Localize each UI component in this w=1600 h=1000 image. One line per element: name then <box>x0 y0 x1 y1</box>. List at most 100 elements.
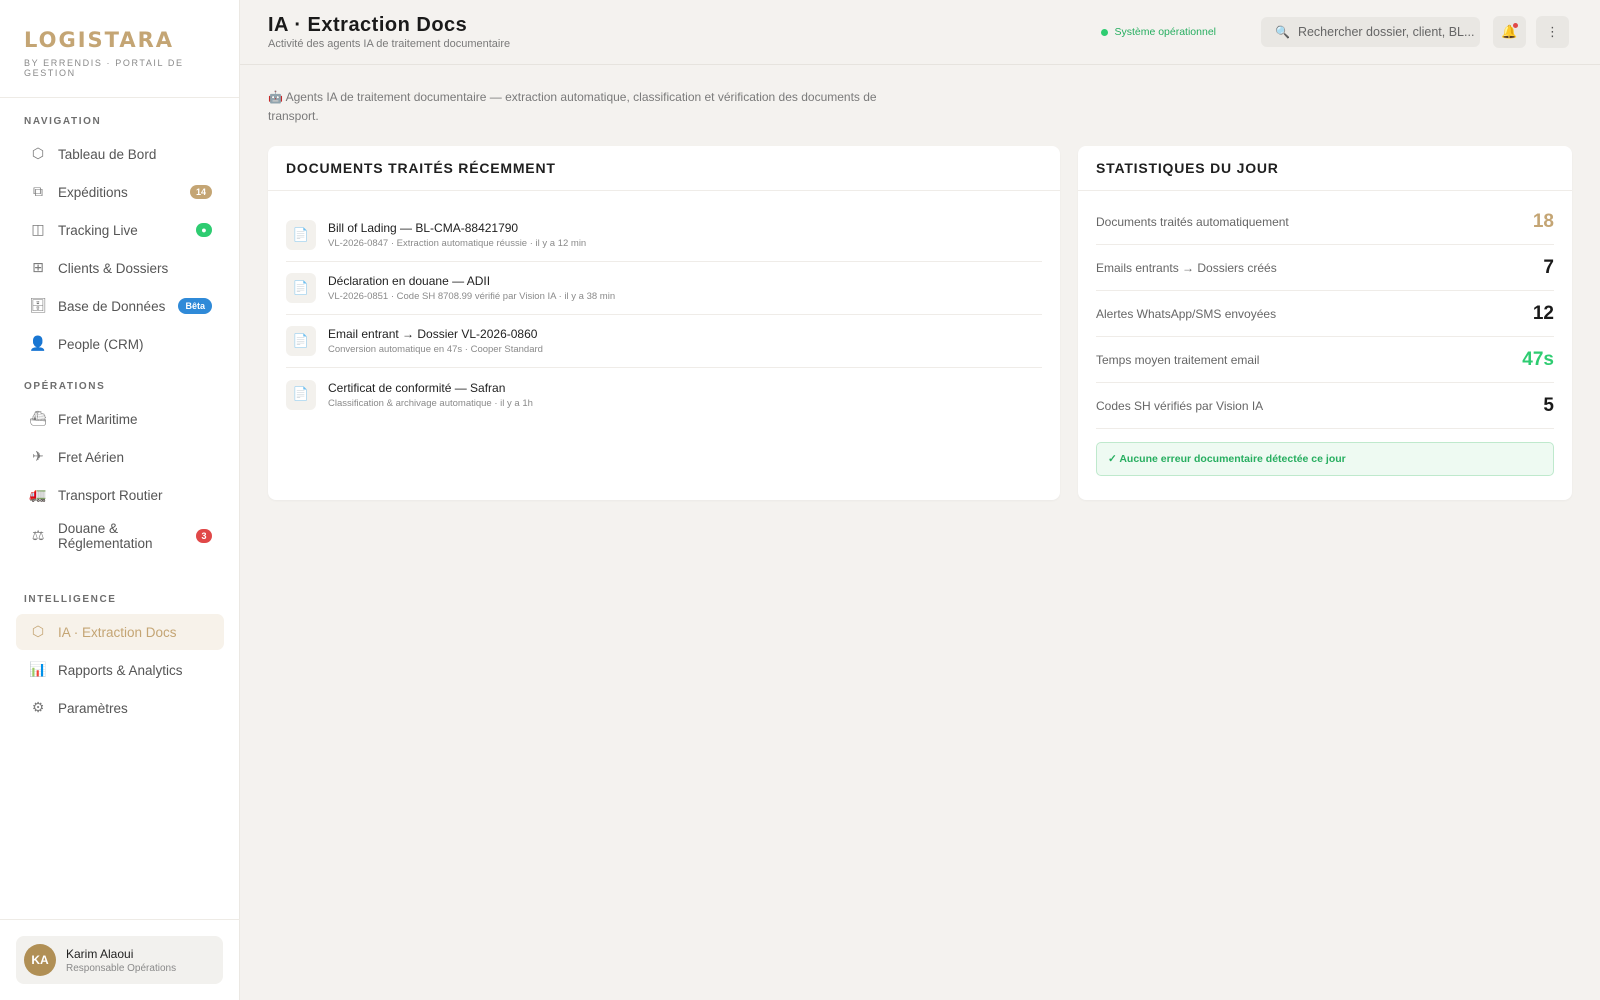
stat-row: Codes SH vérifiés par Vision IA 5 <box>1096 383 1554 429</box>
document-row[interactable]: 📄 Déclaration en douane — ADII VL-2026-085… <box>286 262 1042 315</box>
document-icon: 📄 <box>286 220 316 250</box>
document-list: 📄 Bill of Lading — BL-CMA-88421790 VL-2026… <box>268 191 1060 421</box>
sidebar-item-parametres[interactable]: ⚙ Paramètres <box>16 690 224 726</box>
sidebar-item-tableau-de-bord[interactable]: ⬡ Tableau de Bord <box>16 136 224 172</box>
stat-label: Codes SH vérifiés par Vision IA <box>1096 398 1264 413</box>
stats-list: Documents traités automatiquement 18 Email… <box>1078 191 1572 429</box>
stat-row: Emails entrants → Dossiers créés 7 <box>1096 245 1554 291</box>
robot-icon: 🤖 <box>268 90 283 104</box>
stat-label: Documents traités automatiquement <box>1096 214 1289 229</box>
sidebar-item-label: Base de Données <box>58 298 166 314</box>
intro-text: Agents IA de traitement documentaire — e… <box>268 90 877 123</box>
count-badge: ● <box>196 223 212 237</box>
document-icon: 📄 <box>286 273 316 303</box>
ship-icon: ⛴ <box>29 411 47 427</box>
gear-icon: ⚙ <box>31 700 45 716</box>
hexagon-icon: ⬡ <box>31 624 45 640</box>
card-title: STATISTIQUES DU JOUR <box>1078 146 1572 191</box>
search-icon: 🔍 <box>1275 25 1290 39</box>
nav-section-intelligence: INTELLIGENCE ⬡ IA · Extraction Docs 📊 Rappo… <box>0 594 240 726</box>
sidebar-item-transport-routier[interactable]: 🚛 Transport Routier <box>16 477 224 513</box>
card-title: DOCUMENTS TRAITÉS RÉCEMMENT <box>268 146 1060 191</box>
count-badge: 14 <box>189 185 212 199</box>
sidebar-item-label: Fret Maritime <box>58 411 138 427</box>
sidebar-item-label: Expéditions <box>58 184 128 200</box>
no-error-banner: ✓ Aucune erreur documentaire détectée ce… <box>1096 442 1554 476</box>
document-title: Certificat de conformité — Safran <box>328 380 506 395</box>
status-text: Système opérationnel <box>1114 26 1216 38</box>
search-input[interactable] <box>1297 25 1478 39</box>
search-bar[interactable]: 🔍 <box>1261 17 1480 47</box>
document-meta: VL-2026-0847 · Extraction automatique ré… <box>328 238 587 249</box>
more-vertical-icon: ⋮ <box>1546 24 1559 40</box>
stat-row: Temps moyen traitement email 47s <box>1096 337 1554 383</box>
daily-stats-card: STATISTIQUES DU JOUR Documents traités a… <box>1078 146 1572 500</box>
more-menu-button[interactable]: ⋮ <box>1536 16 1569 48</box>
document-title: Déclaration en douane — ADII <box>328 274 491 288</box>
sidebar-item-label: Douane & Réglementation <box>58 521 153 551</box>
truck-icon: 🚛 <box>29 487 47 503</box>
grid-icon: ⊞ <box>32 260 44 276</box>
copy-icon: ⧉ <box>33 184 43 200</box>
sidebar-item-people-crm[interactable]: 👤 People (CRM) <box>16 326 224 362</box>
sidebar-item-base-de-donnees[interactable]: 🗄 Base de Données Bêta <box>16 288 224 324</box>
user-area: KA Karim Alaoui Responsable Opérations <box>0 919 240 1000</box>
notifications-button[interactable]: 🔔 <box>1493 16 1526 48</box>
stat-label: Alertes WhatsApp/SMS envoyées <box>1096 306 1277 321</box>
sidebar-item-label: Transport Routier <box>58 487 163 503</box>
stat-value: 47s <box>1522 348 1554 370</box>
stat-label: Emails entrants → Dossiers créés <box>1096 260 1277 275</box>
document-icon: 📄 <box>286 379 316 410</box>
sidebar-item-label: People (CRM) <box>58 336 144 352</box>
document-row[interactable]: 📄 Email entrant → Dossier VL-2026-0860 Con… <box>286 315 1042 368</box>
stat-value: 7 <box>1543 256 1554 278</box>
sidebar-item-tracking-live[interactable]: ◫ Tracking Live ● <box>16 212 224 248</box>
stat-label: Temps moyen traitement email <box>1096 352 1260 367</box>
system-status: Système opérationnel <box>1101 26 1216 38</box>
database-icon: 🗄 <box>29 298 47 314</box>
sidebar-item-rapports-analytics[interactable]: 📊 Rapports & Analytics <box>16 652 224 688</box>
avatar: KA <box>24 944 56 976</box>
sidebar-item-label: Tableau de Bord <box>58 146 157 162</box>
stat-value: 5 <box>1543 394 1554 416</box>
status-dot-icon <box>1101 28 1109 36</box>
sidebar-item-expeditions[interactable]: ⧉ Expéditions 14 <box>16 174 224 210</box>
document-row[interactable]: 📄 Bill of Lading — BL-CMA-88421790 VL-2026… <box>286 209 1042 262</box>
intro-text-block: 🤖 Agents IA de traitement documentaire —… <box>268 88 898 126</box>
brand-subtitle: BY ERRENDIS · PORTAIL DE GESTION <box>24 58 184 78</box>
nav-section-navigation: NAVIGATION ⬡ Tableau de Bord ⧉ Expéditions 1… <box>0 116 240 362</box>
sidebar-item-label: Fret Aérien <box>58 449 125 465</box>
document-meta: Conversion automatique en 47s · Cooper S… <box>328 344 543 355</box>
stat-value: 18 <box>1532 210 1554 232</box>
sidebar-item-ia-extraction-docs[interactable]: ⬡ IA · Extraction Docs <box>16 614 224 650</box>
sidebar-item-douane-reglementation[interactable]: ⚖ Douane & Réglementation 3 <box>16 515 224 557</box>
sidebar-item-clients-dossiers[interactable]: ⊞ Clients & Dossiers <box>16 250 224 286</box>
page-subtitle: Activité des agents IA de traitement doc… <box>268 38 511 50</box>
document-meta: Classification & archivage automatique ·… <box>328 397 533 409</box>
section-title: OPÉRATIONS <box>24 381 106 392</box>
notification-dot <box>1513 23 1518 28</box>
sidebar-item-label: Tracking Live <box>58 222 138 238</box>
nav-section-operations: OPÉRATIONS ⛴ Fret Maritime ✈ Fret Aérien 🚛 Tr… <box>0 381 240 557</box>
section-title: NAVIGATION <box>24 116 102 127</box>
page-title: IA · Extraction Docs <box>268 14 468 36</box>
brand-logo[interactable]: LOGISTARA <box>24 28 215 52</box>
sidebar-item-label: Rapports & Analytics <box>58 662 183 678</box>
sidebar: LOGISTARA BY ERRENDIS · PORTAIL DE GESTI… <box>0 0 240 1000</box>
recent-documents-card: DOCUMENTS TRAITÉS RÉCEMMENT 📄 Bill of Lad… <box>268 146 1060 500</box>
sidebar-item-fret-maritime[interactable]: ⛴ Fret Maritime <box>16 401 224 437</box>
document-row[interactable]: 📄 Certificat de conformité — Safran Classi… <box>286 368 1042 421</box>
bar-chart-icon: 📊 <box>29 662 47 678</box>
user-role: Responsable Opérations <box>66 962 177 974</box>
person-icon: 👤 <box>29 336 47 352</box>
user-profile-card[interactable]: KA Karim Alaoui Responsable Opérations <box>16 936 223 984</box>
top-header: IA · Extraction Docs Activité des agents… <box>240 0 1600 65</box>
count-badge: Bêta <box>178 298 212 314</box>
document-meta: VL-2026-0851 · Code SH 8708.99 vérifié p… <box>328 291 616 302</box>
stat-value: 12 <box>1532 302 1554 324</box>
count-badge: 3 <box>196 529 212 543</box>
sidebar-item-fret-aerien[interactable]: ✈ Fret Aérien <box>16 439 224 475</box>
section-title: INTELLIGENCE <box>24 594 117 605</box>
sidebar-item-label: Paramètres <box>58 700 128 716</box>
stat-row: Documents traités automatiquement 18 <box>1096 199 1554 245</box>
